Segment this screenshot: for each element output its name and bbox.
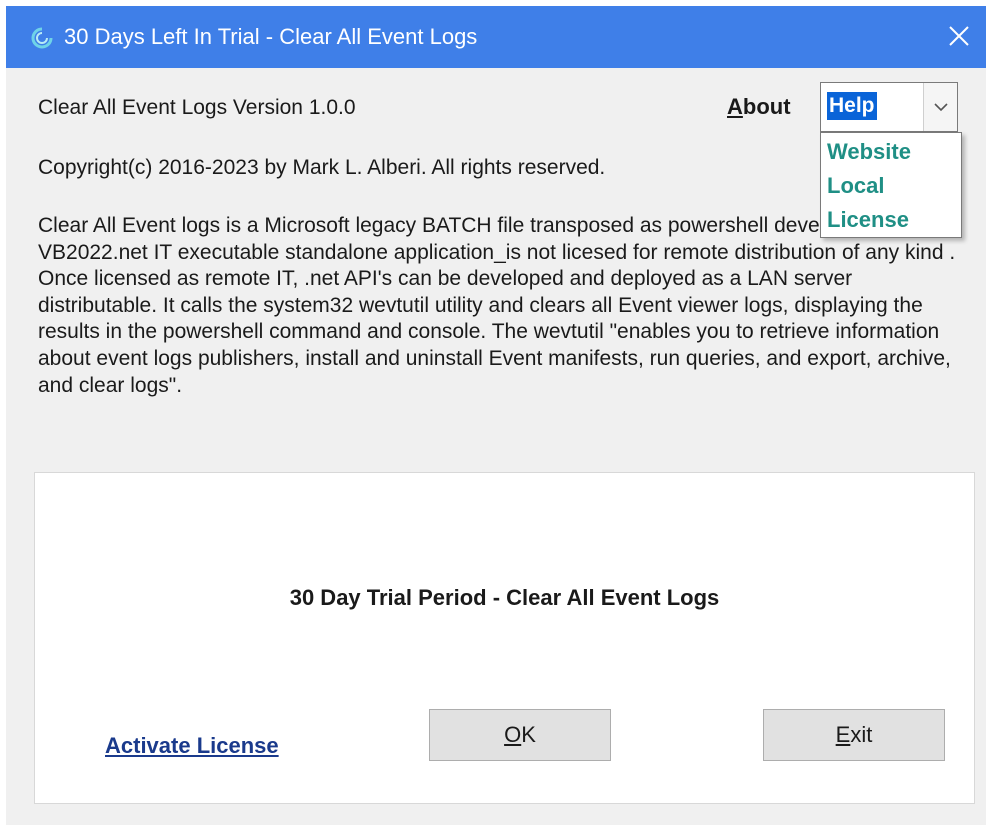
version-label: Clear All Event Logs Version 1.0.0 [38, 96, 356, 119]
copyright-text: Copyright(c) 2016-2023 by Mark L. Alberi… [38, 156, 606, 179]
trial-heading: 30 Day Trial Period - Clear All Event Lo… [289, 585, 720, 610]
dropdown-item-license[interactable]: License [827, 207, 909, 233]
exit-button[interactable]: Exit [763, 709, 945, 761]
dropdown-item-local[interactable]: Local [827, 173, 884, 199]
trial-panel: 30 Day Trial Period - Clear All Event Lo… [34, 472, 975, 804]
dropdown-item-website[interactable]: Website [827, 139, 911, 165]
combobox-dropdown-button[interactable] [923, 83, 957, 131]
exit-button-rest: xit [850, 722, 873, 747]
window-title: 30 Days Left In Trial - Clear All Event … [64, 24, 478, 49]
ok-button[interactable]: OK [429, 709, 611, 761]
about-label[interactable]: About [727, 94, 791, 120]
dialog-window: 30 Days Left In Trial - Clear All Event … [6, 6, 986, 825]
title-bar[interactable]: 30 Days Left In Trial - Clear All Event … [6, 6, 986, 68]
chevron-down-icon [934, 103, 948, 112]
help-dropdown-list: Website Local License [820, 132, 962, 238]
activate-license-link[interactable]: Activate License [105, 733, 279, 759]
close-button[interactable] [934, 6, 986, 68]
about-label-mnemonic: A [727, 94, 743, 119]
exit-button-mnemonic: E [835, 722, 851, 747]
description-text: Clear All Event logs is a Microsoft lega… [38, 214, 961, 397]
help-combobox-value: Help [827, 92, 877, 120]
app-icon [30, 26, 54, 50]
close-icon [949, 26, 969, 46]
about-label-rest: bout [742, 94, 791, 119]
ok-button-mnemonic: O [504, 722, 522, 747]
help-combobox[interactable]: Help [820, 82, 958, 132]
ok-button-rest: K [521, 722, 536, 747]
